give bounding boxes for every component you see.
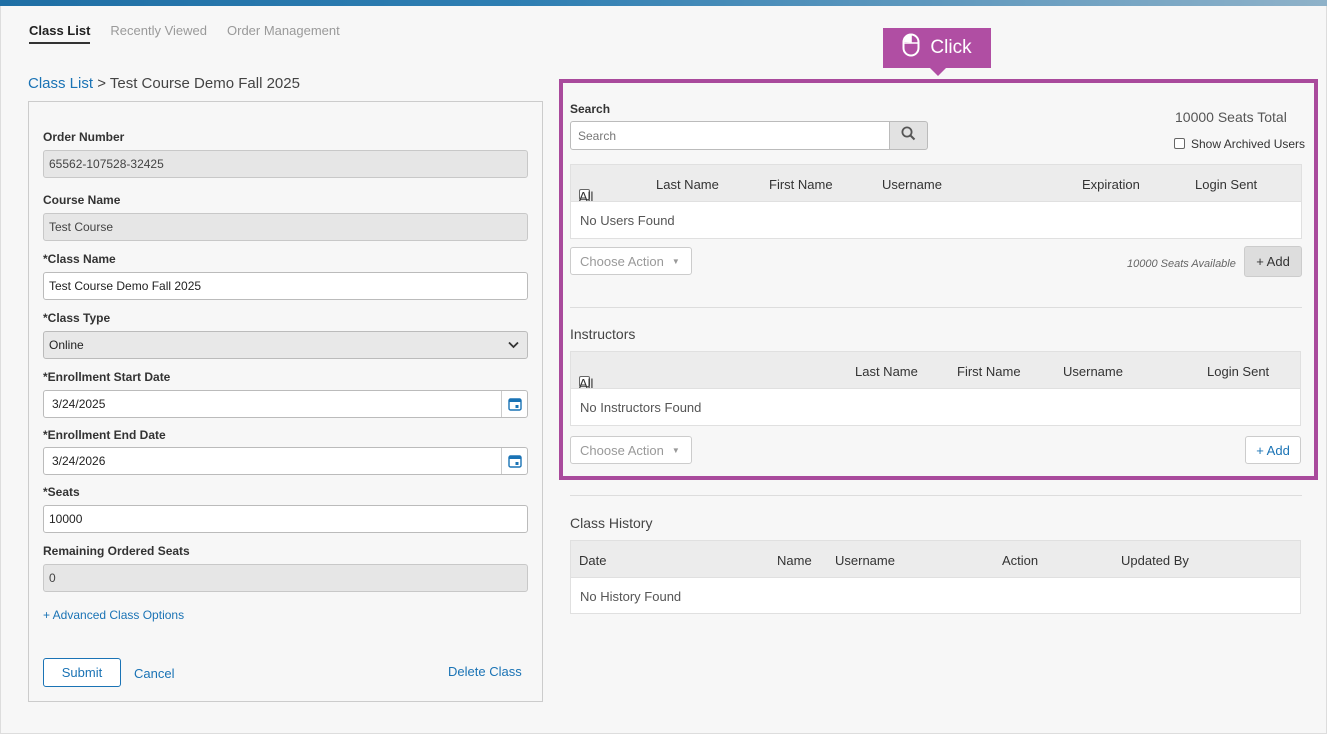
course-name-label: Course Name — [43, 193, 121, 207]
users-empty-row: No Users Found — [570, 202, 1302, 239]
col-username[interactable]: Username — [882, 177, 942, 192]
col-first-name[interactable]: First Name — [957, 364, 1021, 379]
order-number-label: Order Number — [43, 130, 125, 144]
instructors-empty-message: No Instructors Found — [580, 400, 702, 415]
class-type-value: Online — [49, 338, 84, 352]
remaining-seats-field: 0 — [43, 564, 528, 592]
section-divider — [570, 495, 1302, 496]
col-action[interactable]: Action — [1002, 553, 1038, 568]
show-archived-checkbox[interactable] — [1174, 138, 1185, 149]
breadcrumb-current: Test Course Demo Fall 2025 — [109, 75, 300, 92]
history-table-header: Date Name Username Action Updated By — [570, 540, 1301, 578]
seats-label: *Seats — [43, 485, 80, 499]
col-date[interactable]: Date — [579, 553, 606, 568]
section-divider — [570, 307, 1302, 308]
enroll-end-label: *Enrollment End Date — [43, 428, 166, 442]
users-empty-message: No Users Found — [580, 213, 675, 228]
enroll-start-value: 3/24/2025 — [52, 397, 106, 411]
tab-order-management[interactable]: Order Management — [227, 23, 340, 44]
class-type-label: *Class Type — [43, 311, 111, 325]
choose-action-label: Choose Action — [580, 253, 664, 269]
chevron-down-icon — [508, 338, 519, 352]
seats-total: 10000 Seats Total — [1175, 109, 1287, 125]
show-archived-label: Show Archived Users — [1191, 137, 1306, 151]
tab-class-list[interactable]: Class List — [29, 23, 91, 44]
enroll-end-field[interactable]: 3/24/2026 — [43, 447, 528, 475]
users-choose-action[interactable]: Choose Action ▼ — [570, 247, 692, 275]
calendar-icon[interactable] — [501, 448, 527, 474]
instructors-empty-row: No Instructors Found — [570, 389, 1301, 426]
advanced-options-link[interactable]: + Advanced Class Options — [43, 608, 184, 622]
mouse-icon — [902, 33, 920, 63]
col-username[interactable]: Username — [835, 553, 895, 568]
tab-recently-viewed[interactable]: Recently Viewed — [110, 23, 207, 44]
click-callout: Click — [883, 28, 991, 76]
history-empty-message: No History Found — [580, 589, 682, 604]
show-archived-toggle[interactable]: Show Archived Users — [1174, 137, 1305, 151]
col-last-name[interactable]: Last Name — [855, 364, 918, 379]
breadcrumb: Class List > Test Course Demo Fall 2025 — [28, 75, 300, 92]
instructors-title: Instructors — [570, 326, 636, 342]
add-instructor-button[interactable]: + Add — [1245, 436, 1301, 464]
history-empty-row: No History Found — [570, 578, 1301, 614]
click-callout-label: Click — [930, 37, 972, 58]
course-name-field: Test Course — [43, 213, 528, 241]
class-name-field[interactable]: Test Course Demo Fall 2025 — [43, 272, 528, 300]
caret-down-icon: ▼ — [671, 445, 680, 455]
add-user-button[interactable]: + Add — [1244, 246, 1302, 277]
users-table-header: All Last Name First Name Username Expira… — [570, 164, 1302, 204]
col-name[interactable]: Name — [777, 553, 812, 568]
enroll-start-field[interactable]: 3/24/2025 — [43, 390, 528, 418]
breadcrumb-separator: > — [93, 75, 110, 92]
seats-available: 10000 Seats Available — [1127, 258, 1236, 270]
instructors-choose-action[interactable]: Choose Action ▼ — [570, 436, 692, 464]
enroll-end-value: 3/24/2026 — [52, 454, 106, 468]
col-first-name[interactable]: First Name — [769, 177, 833, 192]
submit-button[interactable]: Submit — [43, 658, 121, 687]
col-username[interactable]: Username — [1063, 364, 1123, 379]
col-login-sent[interactable]: Login Sent — [1207, 364, 1269, 379]
col-expiration[interactable]: Expiration — [1082, 177, 1140, 192]
search-label: Search — [570, 102, 611, 116]
breadcrumb-class-list-link[interactable]: Class List — [28, 75, 93, 92]
delete-class-link[interactable]: Delete Class — [448, 664, 522, 679]
remaining-seats-label: Remaining Ordered Seats — [43, 544, 190, 558]
search-icon — [901, 126, 916, 146]
nav-tabs: Class List Recently Viewed Order Managem… — [29, 23, 340, 44]
col-last-name[interactable]: Last Name — [656, 177, 719, 192]
col-updated-by[interactable]: Updated By — [1121, 553, 1189, 568]
class-history-title: Class History — [570, 515, 653, 531]
class-type-select[interactable]: Online — [43, 331, 528, 359]
enroll-start-label: *Enrollment Start Date — [43, 370, 171, 384]
class-name-label: *Class Name — [43, 252, 116, 266]
cancel-link[interactable]: Cancel — [134, 666, 174, 681]
instructors-table-header: All Last Name First Name Username Login … — [570, 351, 1301, 391]
seats-field[interactable]: 10000 — [43, 505, 528, 533]
calendar-icon[interactable] — [501, 391, 527, 417]
class-form-panel: Order Number 65562-107528-32425 Course N… — [28, 101, 543, 702]
order-number-field: 65562-107528-32425 — [43, 150, 528, 178]
caret-down-icon: ▼ — [671, 256, 680, 266]
choose-action-label: Choose Action — [580, 442, 664, 458]
search-button[interactable] — [889, 121, 928, 150]
search-input[interactable]: Search — [570, 121, 890, 150]
col-login-sent[interactable]: Login Sent — [1195, 177, 1257, 192]
